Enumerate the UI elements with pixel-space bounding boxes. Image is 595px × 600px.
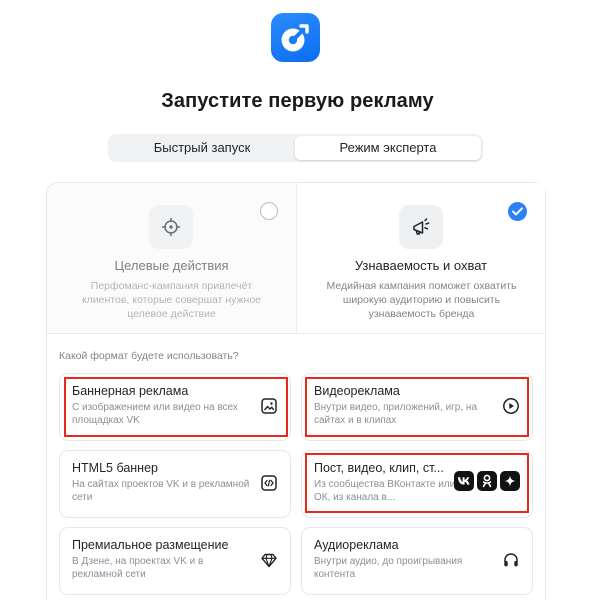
- format-question: Какой формат будете использовать?: [59, 350, 239, 362]
- format-description: Внутри видео, приложений, игр, на сайтах…: [314, 402, 478, 426]
- diamond-icon: [261, 553, 277, 568]
- quick-launch-tab[interactable]: Быстрый запуск: [110, 136, 294, 160]
- format-title: Видеореклама: [314, 384, 400, 398]
- page-title: Запустите первую рекламу: [161, 90, 434, 112]
- format-description: На сайтах проектов VK и в рекламной сети: [72, 479, 250, 503]
- headphones-icon: [504, 553, 518, 567]
- goal-radio-unchecked[interactable]: [260, 202, 278, 220]
- ok-icon: [477, 471, 497, 491]
- format-description: В Дзене, на проектах VK и в рекламной се…: [72, 556, 204, 580]
- sparkle-icon: [500, 471, 520, 491]
- megaphone-icon: [413, 218, 430, 235]
- format-description: Внутри аудио, до проигрывания контента: [314, 556, 463, 580]
- divider: [46, 333, 546, 334]
- goal-description: Перфоманс-кампания привлечёт клиентов, к…: [81, 280, 262, 320]
- format-description: С изображением или видео на всех площадк…: [72, 402, 238, 426]
- code-icon: [261, 475, 277, 491]
- format-title: Пост, видео, клип, ст...: [314, 461, 444, 475]
- format-card-video[interactable]: Видеореклама Внутри видео, приложений, и…: [301, 373, 533, 441]
- goal-description: Медийная кампания поможет охватить широк…: [326, 280, 517, 320]
- mode-switch: Быстрый запуск Режим эксперта: [108, 134, 483, 162]
- play-circle-icon: [503, 398, 519, 414]
- image-icon: [261, 398, 277, 414]
- app-logo: [271, 13, 320, 62]
- vk-ads-logo-icon: [281, 24, 309, 52]
- goal-awareness-reach[interactable]: Узнаваемость и охват Медийная кампания п…: [296, 183, 545, 333]
- format-card-banner[interactable]: Баннерная реклама С изображением или вид…: [59, 373, 291, 441]
- goal-checkmark-selected[interactable]: [508, 202, 527, 221]
- format-card-html5[interactable]: HTML5 баннер На сайтах проектов VK и в р…: [59, 450, 291, 518]
- goal-target-actions[interactable]: Целевые действия Перфоманс-кампания прив…: [47, 183, 296, 333]
- target-crosshair-icon: [161, 217, 181, 237]
- platform-badges: [454, 471, 520, 491]
- format-card-premium[interactable]: Премиальное размещение В Дзене, на проек…: [59, 527, 291, 595]
- format-title: Аудиореклама: [314, 538, 399, 552]
- goal-title: Целевые действия: [114, 258, 229, 273]
- format-description: Из сообщества ВКонтакте или ОК, из канал…: [314, 479, 456, 503]
- format-card-post[interactable]: Пост, видео, клип, ст... Из сообщества В…: [301, 450, 533, 518]
- expert-mode-tab[interactable]: Режим эксперта: [295, 136, 481, 160]
- goal-icon-box: [149, 205, 193, 249]
- check-icon: [512, 207, 523, 216]
- goal-title: Узнаваемость и охват: [354, 258, 488, 273]
- format-title: Премиальное размещение: [72, 538, 229, 552]
- vk-icon: [454, 471, 474, 491]
- goal-icon-box: [399, 205, 443, 249]
- format-card-audio[interactable]: Аудиореклама Внутри аудио, до проигрыван…: [301, 527, 533, 595]
- format-title: Баннерная реклама: [72, 384, 189, 398]
- format-title: HTML5 баннер: [72, 461, 158, 475]
